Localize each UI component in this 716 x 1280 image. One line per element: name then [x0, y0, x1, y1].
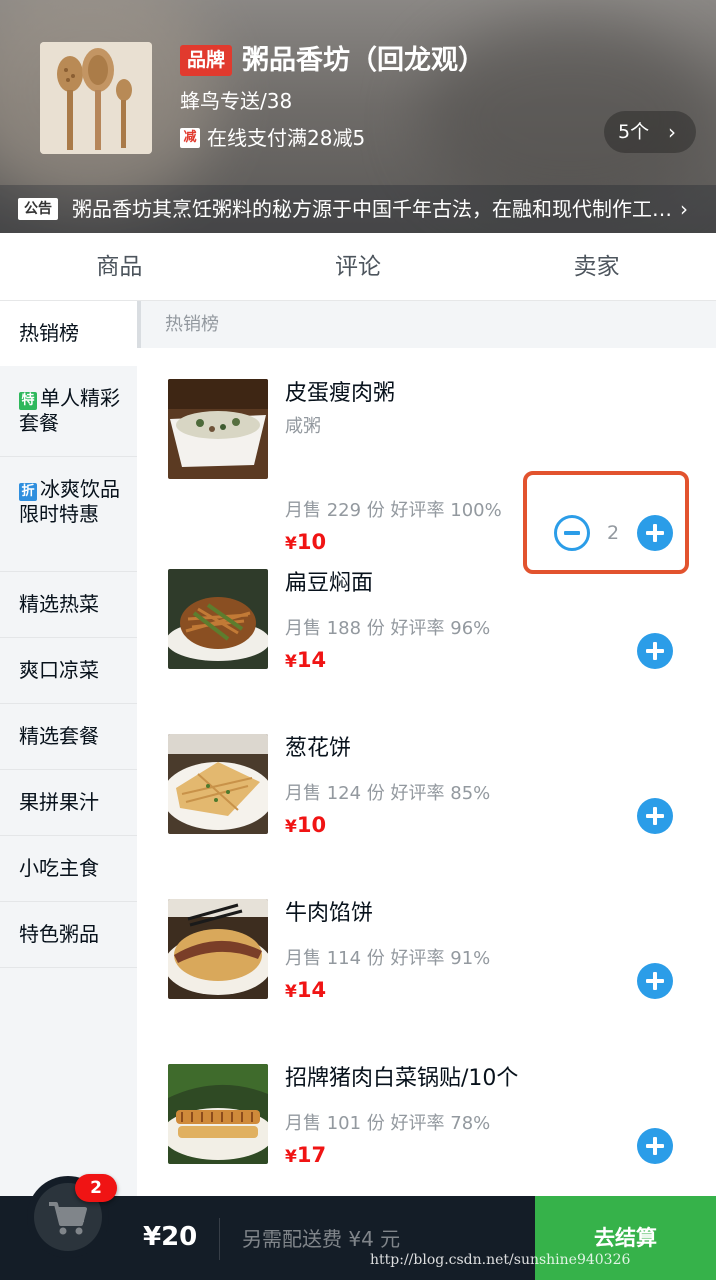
chevron-right-icon: ›: [668, 120, 676, 144]
food-stats: 月售 229 份 好评率 100%: [285, 500, 502, 521]
food-price: ¥14: [285, 648, 327, 672]
notice-bar[interactable]: 公告 粥品香坊其烹饪粥料的秘方源于中国千年古法，在融和现代制作工艺，由世界烹饪大…: [0, 185, 716, 233]
section-title: 热销榜: [137, 301, 716, 348]
special-badge-icon: 特: [19, 392, 37, 410]
food-image: [168, 734, 268, 834]
category-item-set-meals[interactable]: 精选套餐: [0, 704, 137, 770]
category-sidebar: 热销榜 特单人精彩套餐 折冰爽饮品限时特惠 精选热菜 爽口凉菜 精选套餐 果拼果…: [0, 301, 137, 1196]
food-image: [168, 1064, 268, 1164]
divider: [219, 1218, 220, 1260]
shop-avatar: [40, 42, 152, 154]
food-name: 牛肉馅饼: [285, 901, 374, 926]
tab-seller[interactable]: 卖家: [477, 233, 716, 300]
food-price: ¥10: [285, 813, 327, 837]
chevron-right-icon: ›: [680, 197, 688, 221]
category-label: 精选热菜: [19, 592, 99, 616]
food-stats: 月售 188 份 好评率 96%: [285, 618, 491, 639]
food-item[interactable]: 葱花饼 月售 124 份 好评率 85% ¥10: [137, 703, 716, 868]
watermark-text: http://blog.csdn.net/sunshine940326: [370, 1252, 631, 1268]
cart-count-badge: 2: [75, 1174, 117, 1202]
notice-text: 粥品香坊其烹饪粥料的秘方源于中国千年古法，在融和现代制作工艺，由世界烹饪大师屈浩…: [72, 197, 672, 221]
promotions-count-label: 5个: [618, 121, 650, 143]
food-list: 热销榜 皮蛋瘦肉粥 咸粥 月售 229 份 好评率 100% ¥10 2 扁豆焖…: [137, 301, 716, 1196]
notice-badge: 公告: [18, 198, 58, 220]
food-image: [168, 379, 268, 479]
food-item[interactable]: 皮蛋瘦肉粥 咸粥 月售 229 份 好评率 100% ¥10 2: [137, 348, 716, 574]
promo-text: 在线支付满28减5: [207, 126, 366, 150]
promotions-count-button[interactable]: 5个 ›: [604, 111, 696, 153]
brand-badge: 品牌: [180, 45, 232, 76]
food-image: [168, 569, 268, 669]
food-name: 扁豆焖面: [285, 571, 374, 596]
food-name: 葱花饼: [285, 736, 352, 761]
food-item[interactable]: 扁豆焖面 月售 188 份 好评率 96% ¥14: [137, 538, 716, 703]
category-item-cold-dishes[interactable]: 爽口凉菜: [0, 638, 137, 704]
category-item-hot[interactable]: 热销榜: [0, 301, 137, 366]
add-to-cart-button[interactable]: [637, 798, 673, 834]
food-item[interactable]: 招牌猪肉白菜锅贴/10个 月售 101 份 好评率 78% ¥17: [137, 1033, 716, 1196]
food-name: 招牌猪肉白菜锅贴/10个: [285, 1066, 519, 1091]
category-item-fruit[interactable]: 果拼果汁: [0, 770, 137, 836]
shop-name: 粥品香坊（回龙观）: [242, 45, 485, 76]
category-item-single-set[interactable]: 特单人精彩套餐: [0, 366, 137, 457]
tab-ratings[interactable]: 评论: [239, 233, 478, 300]
category-label: 果拼果汁: [19, 790, 99, 814]
add-to-cart-button[interactable]: [637, 633, 673, 669]
shopping-cart-icon: [49, 1202, 87, 1235]
add-to-cart-button[interactable]: [637, 1128, 673, 1164]
food-name: 皮蛋瘦肉粥: [285, 381, 396, 406]
category-label: 精选套餐: [19, 724, 99, 748]
cart-total-price: ¥20: [143, 1222, 198, 1252]
discount-icon: 减: [180, 128, 200, 148]
category-item-porridge[interactable]: 特色粥品: [0, 902, 137, 968]
category-label: 小吃主食: [19, 856, 99, 880]
add-to-cart-button[interactable]: [637, 963, 673, 999]
discount-badge-icon: 折: [19, 483, 37, 501]
category-label: 热销榜: [19, 321, 79, 345]
food-price: ¥14: [285, 978, 327, 1002]
shop-header: 品牌 粥品香坊（回龙观） 蜂鸟专送/38 减 在线支付满28减5 5个 › 公告…: [0, 0, 716, 233]
delivery-info: 蜂鸟专送/38: [180, 89, 293, 113]
food-stats: 月售 101 份 好评率 78%: [285, 1113, 491, 1134]
food-price: ¥17: [285, 1143, 327, 1167]
category-label: 特色粥品: [19, 922, 99, 946]
tab-goods[interactable]: 商品: [0, 233, 239, 300]
food-item[interactable]: 牛肉馅饼 月售 114 份 好评率 91% ¥14: [137, 868, 716, 1033]
food-image: [168, 899, 268, 999]
category-item-drinks[interactable]: 折冰爽饮品限时特惠: [0, 457, 137, 572]
category-item-hot-dishes[interactable]: 精选热菜: [0, 572, 137, 638]
category-label: 爽口凉菜: [19, 658, 99, 682]
food-stats: 月售 124 份 好评率 85%: [285, 783, 491, 804]
tab-bar: 商品 评论 卖家: [0, 233, 716, 301]
food-stats: 月售 114 份 好评率 91%: [285, 948, 491, 969]
category-item-snacks[interactable]: 小吃主食: [0, 836, 137, 902]
food-description: 咸粥: [285, 416, 321, 437]
